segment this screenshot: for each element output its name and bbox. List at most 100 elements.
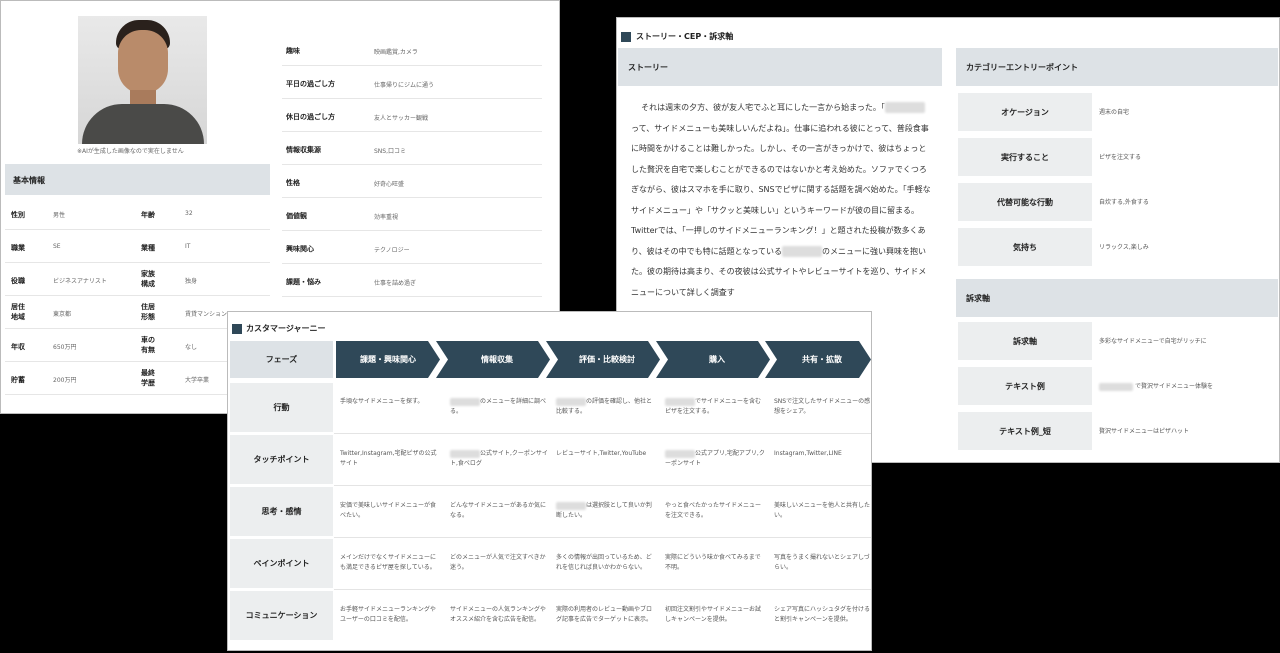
row-divider: [334, 485, 871, 486]
journey-cell: でサイドメニューを含むピザを注文する。: [665, 397, 765, 417]
journey-cell: 実際にどういう味か食べてみるまで不明。: [665, 553, 765, 573]
basic-label: 業種: [141, 244, 155, 252]
attribute-row: 趣味 映画鑑賞,カメラ: [282, 33, 542, 66]
title-marker: [232, 324, 242, 334]
redacted-brand: [450, 397, 480, 406]
cep-header: カテゴリーエントリーポイント: [956, 48, 1278, 86]
journey-cell-text: どのメニューが人気で注文すべきか迷う。: [450, 554, 546, 571]
attribute-value: 好奇心旺盛: [374, 181, 405, 188]
journey-cell: は選択肢として良いか判断したい。: [556, 501, 656, 521]
cep-value: 自炊する,外食する: [1099, 199, 1149, 206]
attribute-row: 性格 好奇心旺盛: [282, 165, 542, 198]
journey-row-label: 思考・感情: [230, 487, 333, 536]
phase-3: 評価・比較検討: [546, 341, 660, 378]
cep-value: リラックス,楽しみ: [1099, 244, 1149, 251]
appeal-label: 訴求軸: [958, 322, 1092, 360]
basic-value: なし: [185, 344, 198, 351]
journey-cell-text: 安価で美味しいサイドメニューが食べたい。: [340, 502, 437, 519]
journey-cell: シェア写真にハッシュタグを付けると割引キャンペーンを提供。: [774, 605, 871, 625]
redacted-brand: [665, 397, 695, 406]
appeal-label: テキスト例_短: [958, 412, 1092, 450]
journey-cell: 安価で美味しいサイドメニューが食べたい。: [340, 501, 440, 521]
journey-cell: やっと食べたかったサイドメニューを注文できる。: [665, 501, 765, 521]
appeal-value: 多彩なサイドメニューで自宅がリッチに: [1099, 336, 1207, 345]
attribute-label: 趣味: [286, 47, 300, 55]
cep-row: 気持ち リラックス,楽しみ: [956, 228, 1278, 268]
attribute-label: 休日の過ごし方: [286, 113, 335, 121]
basic-value: ビジネスアナリスト: [53, 278, 107, 285]
attribute-value: 友人とサッカー観戦: [374, 115, 429, 122]
cep-value: ピザを注文する: [1099, 154, 1142, 161]
basic-value: 独身: [185, 278, 198, 285]
attribute-row: 休日の過ごし方 友人とサッカー観戦: [282, 99, 542, 132]
photo-caption: ※AIが生成した画像なので実在しません: [77, 148, 184, 155]
basic-info-row: 役職 ビジネスアナリスト 家族 構成 独身: [5, 263, 270, 296]
attribute-label: 課題・悩み: [286, 278, 321, 286]
customer-journey-card: カスタマージャーニー フェーズ 課題・興味関心 情報収集 評価・比較検討 購入 共有・拡…: [227, 311, 872, 651]
attribute-value: SNS,口コミ: [374, 148, 407, 155]
attribute-label: 情報収集源: [286, 146, 321, 154]
appeal-row: 訴求軸 多彩なサイドメニューで自宅がリッチに: [956, 322, 1278, 362]
cep-row: 実行すること ピザを注文する: [956, 138, 1278, 178]
row-divider: [334, 433, 871, 434]
basic-label: 年齢: [141, 211, 155, 219]
basic-value: 32: [185, 210, 193, 217]
attribute-row: 興味関心 テクノロジー: [282, 231, 542, 264]
journey-cell: のメニューを詳細に調べる。: [450, 397, 550, 417]
basic-value: 男性: [53, 212, 66, 219]
appeal-value-text: 多彩なサイドメニューで自宅がリッチに: [1099, 338, 1207, 345]
journey-cell-text: 美味しいメニューを他人と共有したい。: [774, 502, 871, 519]
appeal-value: で贅沢サイドメニュー体験を: [1099, 381, 1213, 391]
journey-cell: SNSで注文したサイドメニューの感想をシェア。: [774, 397, 871, 417]
journey-cell-text: 初回注文割引やサイドメニューお試しキャンペーンを提供。: [665, 606, 762, 623]
phase-1: 課題・興味関心: [336, 341, 440, 378]
title-marker: [621, 32, 631, 42]
basic-value: SE: [53, 243, 61, 250]
appeal-row: テキスト例 で贅沢サイドメニュー体験を: [956, 367, 1278, 407]
cep-label: オケージョン: [958, 93, 1092, 131]
cep-row: 代替可能な行動 自炊する,外食する: [956, 183, 1278, 223]
journey-cell-text: Instagram,Twitter,LINE: [774, 450, 842, 457]
journey-cell: お手軽サイドメニューランキングやユーザーの口コミを配信。: [340, 605, 440, 625]
appeal-value: 贅沢サイドメニューはピザハット: [1099, 426, 1189, 435]
basic-label: 家族 構成: [141, 270, 155, 288]
appeal-value-text: で贅沢サイドメニュー体験を: [1135, 383, 1214, 390]
journey-row-label: コミュニケーション: [230, 591, 333, 640]
story-header: ストーリー: [618, 48, 942, 86]
phase-4: 購入: [656, 341, 770, 378]
cep-value: 週末の自宅: [1099, 109, 1130, 116]
basic-label: 最終 学歴: [141, 369, 155, 387]
attribute-row: 情報収集源 SNS,口コミ: [282, 132, 542, 165]
basic-info-row: 職業 SE 業種 IT: [5, 230, 270, 263]
journey-cell-text: 実際の利用者のレビュー動画やブログ記事を広告でターゲットに表示。: [556, 606, 653, 623]
journey-cell: 公式サイト,クーポンサイト,食べログ: [450, 449, 550, 469]
row-divider: [334, 589, 871, 590]
basic-label: 住居 形態: [141, 303, 155, 321]
persona-photo: [78, 16, 207, 144]
journey-cell: 手頃なサイドメニューを探す。: [340, 397, 440, 407]
appeal-header: 訴求軸: [956, 279, 1278, 317]
journey-cell-text: メインだけでなくサイドメニューにも満足できるピザ屋を探している。: [340, 554, 437, 571]
basic-label: 居住 地域: [11, 303, 25, 321]
attribute-value: テクノロジー: [374, 247, 410, 254]
redacted-brand: [556, 501, 586, 510]
basic-label: 貯蓄: [11, 376, 25, 384]
journey-cell-text: どんなサイドメニューがあるか気になる。: [450, 502, 547, 519]
basic-value: 200万円: [53, 377, 77, 384]
journey-cell-text: やっと食べたかったサイドメニューを注文できる。: [665, 502, 762, 519]
attribute-label: 性格: [286, 179, 300, 187]
journey-cell: 公式アプリ,宅配アプリ,クーポンサイト: [665, 449, 765, 469]
attribute-label: 価値観: [286, 212, 307, 220]
attribute-value: 効率重視: [374, 214, 399, 221]
journey-cell: 写真をうまく撮れないとシェアしづらい。: [774, 553, 871, 573]
basic-label: 車の 有無: [141, 336, 155, 354]
appeal-row: テキスト例_短 贅沢サイドメニューはピザハット: [956, 412, 1278, 452]
journey-row-label: 行動: [230, 383, 333, 432]
basic-value: 東京都: [53, 311, 72, 318]
attribute-label: 平日の過ごし方: [286, 80, 335, 88]
attribute-value: 仕事帰りにジムに通う: [374, 82, 435, 89]
journey-cell-text: シェア写真にハッシュタグを付けると割引キャンペーンを提供。: [774, 606, 871, 623]
cep-row: オケージョン 週末の自宅: [956, 93, 1278, 133]
journey-cell-text: 実際にどういう味か食べてみるまで不明。: [665, 554, 761, 571]
journey-cell: 初回注文割引やサイドメニューお試しキャンペーンを提供。: [665, 605, 765, 625]
